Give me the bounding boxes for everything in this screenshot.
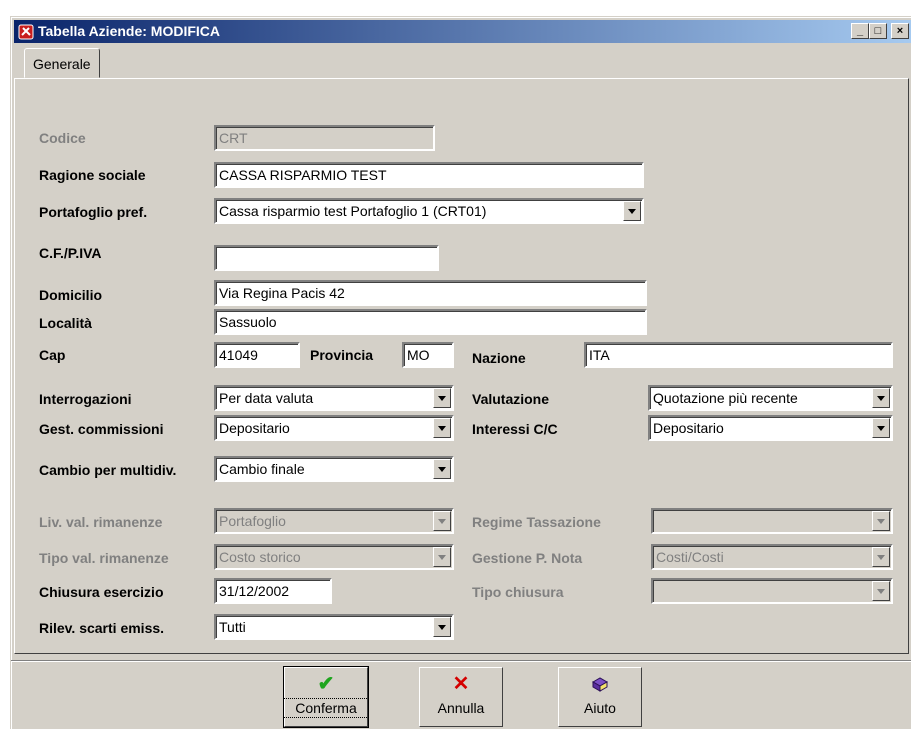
liv-val-rimanenze-label: Liv. val. rimanenze: [39, 514, 163, 530]
dropdown-arrow-icon[interactable]: [433, 418, 451, 438]
ragione-sociale-label: Ragione sociale: [39, 167, 146, 183]
minimize-button[interactable]: _: [851, 23, 869, 39]
domicilio-field[interactable]: Via Regina Pacis 42: [214, 280, 647, 306]
app-icon: [18, 24, 34, 40]
dropdown-arrow-icon: [872, 581, 890, 601]
cf-piva-field[interactable]: [214, 245, 439, 271]
valutazione-select[interactable]: Quotazione più recente: [648, 385, 893, 411]
cambio-multidiv-label: Cambio per multidiv.: [39, 462, 177, 478]
check-icon: ✔: [317, 673, 335, 695]
portafoglio-pref-select[interactable]: Cassa risparmio test Portafoglio 1 (CRT0…: [214, 198, 644, 224]
liv-val-rimanenze-select: Portafoglio: [214, 508, 454, 534]
rilev-scarti-emiss-label: Rilev. scarti emiss.: [39, 620, 165, 636]
dropdown-arrow-icon[interactable]: [872, 418, 890, 438]
valutazione-label: Valutazione: [472, 391, 550, 407]
cf-piva-label: C.F./P.IVA: [39, 245, 102, 261]
portafoglio-pref-label: Portafoglio pref.: [39, 204, 148, 220]
dropdown-arrow-icon: [872, 547, 890, 567]
interrogazioni-value: Per data valuta: [219, 390, 314, 406]
regime-tassazione-select: [651, 508, 893, 534]
nazione-field[interactable]: ITA: [584, 342, 893, 368]
dropdown-arrow-icon[interactable]: [872, 388, 890, 408]
valutazione-value: Quotazione più recente: [653, 390, 798, 406]
dropdown-arrow-icon[interactable]: [623, 201, 641, 221]
codice-label: Codice: [39, 130, 86, 146]
dropdown-arrow-icon: [872, 511, 890, 531]
regime-tassazione-label: Regime Tassazione: [472, 514, 601, 530]
gest-commissioni-value: Depositario: [219, 420, 290, 436]
annulla-label: Annulla: [437, 700, 485, 716]
gest-commissioni-select[interactable]: Depositario: [214, 415, 454, 441]
button-separator: [11, 660, 911, 662]
dropdown-arrow-icon[interactable]: [433, 459, 451, 479]
gestione-p-nota-value: Costi/Costi: [656, 549, 724, 565]
title-bar[interactable]: Tabella Aziende: MODIFICA _ □ ×: [14, 20, 911, 43]
gestione-p-nota-select: Costi/Costi: [651, 544, 893, 570]
gestione-p-nota-label: Gestione P. Nota: [472, 550, 583, 566]
ragione-sociale-field[interactable]: CASSA RISPARMIO TEST: [214, 162, 644, 188]
aiuto-label: Aiuto: [584, 700, 616, 716]
dropdown-arrow-icon: [433, 547, 451, 567]
interrogazioni-label: Interrogazioni: [39, 391, 132, 407]
conferma-button[interactable]: ✔ Conferma: [283, 666, 369, 728]
domicilio-label: Domicilio: [39, 287, 103, 303]
dropdown-arrow-icon: [433, 511, 451, 531]
tipo-val-rimanenze-select: Costo storico: [214, 544, 454, 570]
dialog-window: Tabella Aziende: MODIFICA _ □ × Generale…: [10, 16, 911, 729]
cap-field[interactable]: 41049: [214, 342, 300, 368]
conferma-label: Conferma: [283, 698, 369, 718]
tipo-chiusura-label: Tipo chiusura: [472, 584, 564, 600]
cap-label: Cap: [39, 347, 66, 363]
annulla-button[interactable]: ✕ Annulla: [419, 667, 503, 727]
chiusura-esercizio-field[interactable]: 31/12/2002: [214, 578, 332, 604]
rilev-scarti-emiss-value: Tutti: [219, 619, 246, 635]
liv-val-rimanenze-value: Portafoglio: [219, 513, 286, 529]
close-button[interactable]: ×: [891, 23, 909, 39]
codice-field: CRT: [214, 125, 435, 151]
interessi-cc-value: Depositario: [653, 420, 724, 436]
tipo-val-rimanenze-label: Tipo val. rimanenze: [39, 550, 169, 566]
localita-label: Località: [39, 315, 92, 331]
maximize-button[interactable]: □: [869, 23, 887, 39]
tipo-chiusura-select: [651, 578, 893, 604]
localita-field[interactable]: Sassuolo: [214, 309, 647, 335]
tab-panel-generale: Codice CRT Ragione sociale CASSA RISPARM…: [14, 78, 909, 654]
provincia-label: Provincia: [310, 347, 374, 363]
rilev-scarti-emiss-select[interactable]: Tutti: [214, 614, 454, 640]
window-title: Tabella Aziende: MODIFICA: [38, 23, 221, 39]
portafoglio-pref-value: Cassa risparmio test Portafoglio 1 (CRT0…: [219, 203, 487, 219]
x-icon: ✕: [452, 673, 470, 695]
tab-strip: Generale: [14, 48, 911, 78]
gest-commissioni-label: Gest. commissioni: [39, 421, 164, 437]
tab-generale[interactable]: Generale: [24, 48, 100, 78]
provincia-field[interactable]: MO: [402, 342, 454, 368]
interessi-cc-select[interactable]: Depositario: [648, 415, 893, 441]
tipo-val-rimanenze-value: Costo storico: [219, 549, 301, 565]
interrogazioni-select[interactable]: Per data valuta: [214, 385, 454, 411]
dropdown-arrow-icon[interactable]: [433, 388, 451, 408]
nazione-label: Nazione: [472, 350, 526, 366]
interessi-cc-label: Interessi C/C: [472, 421, 558, 437]
help-book-icon: [559, 674, 641, 694]
cambio-multidiv-value: Cambio finale: [219, 461, 305, 477]
chiusura-esercizio-label: Chiusura esercizio: [39, 584, 164, 600]
dropdown-arrow-icon[interactable]: [433, 617, 451, 637]
aiuto-button[interactable]: Aiuto: [558, 667, 642, 727]
cambio-multidiv-select[interactable]: Cambio finale: [214, 456, 454, 482]
